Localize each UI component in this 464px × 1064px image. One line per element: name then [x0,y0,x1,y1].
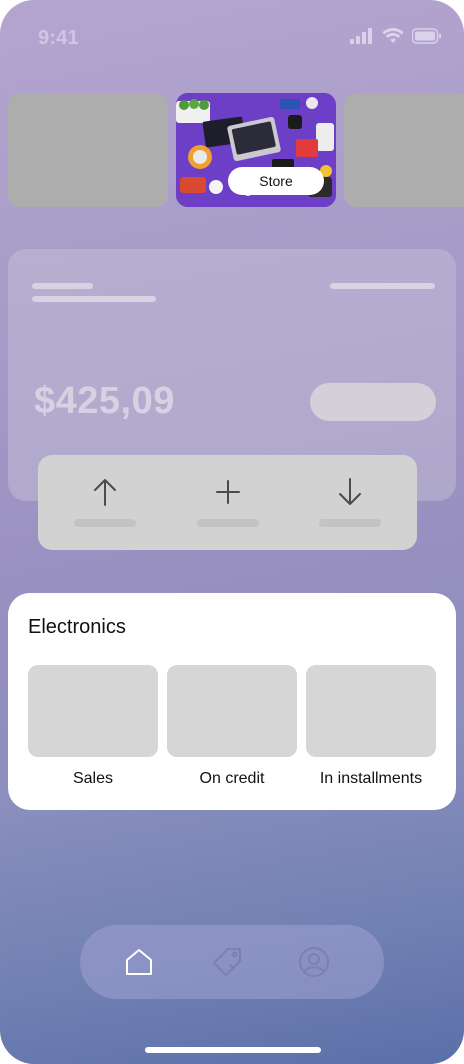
nav-home[interactable] [122,945,156,979]
status-icons [350,27,442,49]
status-time: 9:41 [38,27,79,49]
arrow-up-icon [94,479,116,506]
carousel-card-store[interactable]: Store [176,93,336,207]
balance-action-button[interactable] [310,383,436,421]
electronics-title: Electronics [28,616,126,638]
tile-in-installments[interactable] [306,665,436,757]
balance-amount: $425,09 [34,380,175,422]
arrow-down-icon [339,478,361,505]
carousel-card-next[interactable] [344,93,464,207]
placeholder-line [32,283,93,289]
actions-panel [38,455,417,550]
placeholder-line [32,296,156,302]
store-label[interactable]: Store [228,167,324,195]
receive-action[interactable] [319,455,381,550]
add-action[interactable] [196,455,259,550]
send-action[interactable] [74,455,136,550]
signal-icon [350,28,374,49]
tile-label-sales: Sales [72,770,114,787]
placeholder-line [330,283,435,289]
action-label-placeholder [74,519,136,527]
profile-icon [299,947,329,977]
tile-label-in-installments: In installments [319,770,423,787]
tag-icon [212,948,241,976]
battery-icon [411,28,442,49]
carousel-card-previous[interactable] [8,93,168,207]
nav-profile[interactable] [297,945,331,979]
nav-tags[interactable] [210,945,244,979]
wifi-icon [382,27,404,49]
tile-label-on-credit: On credit [199,770,265,787]
action-label-placeholder [319,519,381,527]
status-bar: 9:41 [0,0,464,80]
tile-sales[interactable] [28,665,158,757]
home-icon [126,949,152,975]
electronics-card: Electronics Sales On credit In installme… [8,593,456,810]
action-label-placeholder [196,519,259,527]
tile-on-credit[interactable] [167,665,297,757]
bottom-nav [80,925,384,999]
app-screen: 9:41 Store $425,09 Electronics Sales On … [0,0,464,1064]
plus-icon [215,480,240,504]
home-indicator [145,1047,321,1053]
